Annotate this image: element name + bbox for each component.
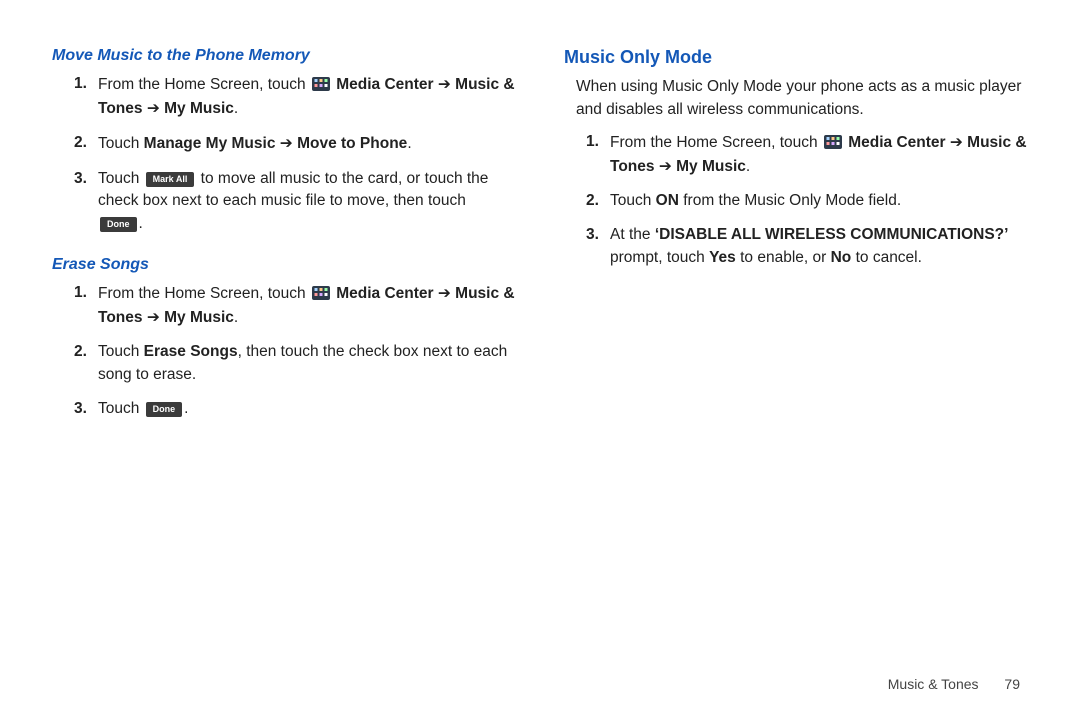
step-item: 2. Touch Manage My Music ➔ Move to Phone…	[74, 132, 532, 155]
step-text: to enable, or	[736, 249, 831, 266]
step-text: to cancel.	[851, 249, 922, 266]
media-center-icon	[824, 134, 842, 148]
arrow-icon: ➔	[438, 284, 451, 302]
step-number: 3.	[586, 224, 599, 246]
right-column: Music Only Mode When using Music Only Mo…	[560, 44, 1044, 439]
step-text: Touch	[98, 170, 144, 187]
step-item: 2. Touch ON from the Music Only Mode fie…	[586, 190, 1044, 212]
step-item: 1. From the Home Screen, touch Media Cen…	[586, 131, 1044, 178]
bold-text: ‘DISABLE ALL WIRELESS COMMUNICATIONS?’	[655, 226, 1009, 243]
arrow-icon: ➔	[950, 133, 963, 151]
steps-music-only-mode: 1. From the Home Screen, touch Media Cen…	[560, 131, 1044, 269]
step-text: from the Music Only Mode field.	[679, 192, 901, 209]
bold-text: Yes	[709, 249, 736, 266]
step-text: Touch	[98, 343, 144, 360]
step-text: At the	[610, 226, 655, 243]
intro-paragraph: When using Music Only Mode your phone ac…	[576, 76, 1044, 121]
footer-section-name: Music & Tones	[888, 676, 979, 692]
media-center-icon	[312, 76, 330, 90]
step-text: From the Home Screen, touch	[98, 76, 310, 93]
step-item: 3. Touch Mark All to move all music to t…	[74, 168, 532, 235]
step-item: 1. From the Home Screen, touch Media Cen…	[74, 282, 532, 329]
heading-music-only-mode: Music Only Mode	[564, 44, 1044, 70]
mark-all-button-graphic: Mark All	[146, 172, 195, 187]
step-number: 2.	[74, 132, 87, 154]
step-number: 3.	[74, 398, 87, 420]
step-number: 1.	[74, 73, 87, 95]
steps-move-music: 1. From the Home Screen, touch Media Cen…	[48, 73, 532, 235]
done-button-graphic: Done	[146, 402, 183, 417]
heading-erase-songs: Erase Songs	[52, 253, 532, 276]
arrow-icon: ➔	[147, 99, 160, 117]
bold-text: ON	[656, 192, 679, 209]
step-text: From the Home Screen, touch	[610, 134, 822, 151]
step-item: 3. Touch Done.	[74, 398, 532, 420]
step-number: 1.	[586, 131, 599, 153]
footer-page-number: 79	[1004, 676, 1020, 692]
step-number: 2.	[74, 341, 87, 363]
step-item: 2. Touch Erase Songs, then touch the che…	[74, 341, 532, 386]
media-center-icon	[312, 285, 330, 299]
page-footer: Music & Tones 79	[888, 674, 1020, 694]
step-text: Touch	[98, 400, 144, 417]
bold-text: No	[831, 249, 852, 266]
heading-move-music: Move Music to the Phone Memory	[52, 44, 532, 67]
step-text: Touch	[98, 135, 144, 152]
step-text: Touch	[610, 192, 656, 209]
arrow-icon: ➔	[147, 308, 160, 326]
step-item: 1. From the Home Screen, touch Media Cen…	[74, 73, 532, 120]
step-number: 3.	[74, 168, 87, 190]
done-button-graphic: Done	[100, 217, 137, 232]
steps-erase-songs: 1. From the Home Screen, touch Media Cen…	[48, 282, 532, 420]
bold-text: Manage My Music ➔ Move to Phone	[144, 135, 408, 152]
bold-text: Erase Songs	[144, 343, 238, 360]
step-item: 3. At the ‘DISABLE ALL WIRELESS COMMUNIC…	[586, 224, 1044, 269]
step-text: prompt, touch	[610, 249, 709, 266]
step-text: From the Home Screen, touch	[98, 285, 310, 302]
arrow-icon: ➔	[438, 75, 451, 93]
step-number: 2.	[586, 190, 599, 212]
step-number: 1.	[74, 282, 87, 304]
left-column: Move Music to the Phone Memory 1. From t…	[48, 44, 532, 439]
arrow-icon: ➔	[659, 157, 672, 175]
page-body: Move Music to the Phone Memory 1. From t…	[0, 0, 1080, 439]
arrow-icon: ➔	[280, 134, 293, 152]
